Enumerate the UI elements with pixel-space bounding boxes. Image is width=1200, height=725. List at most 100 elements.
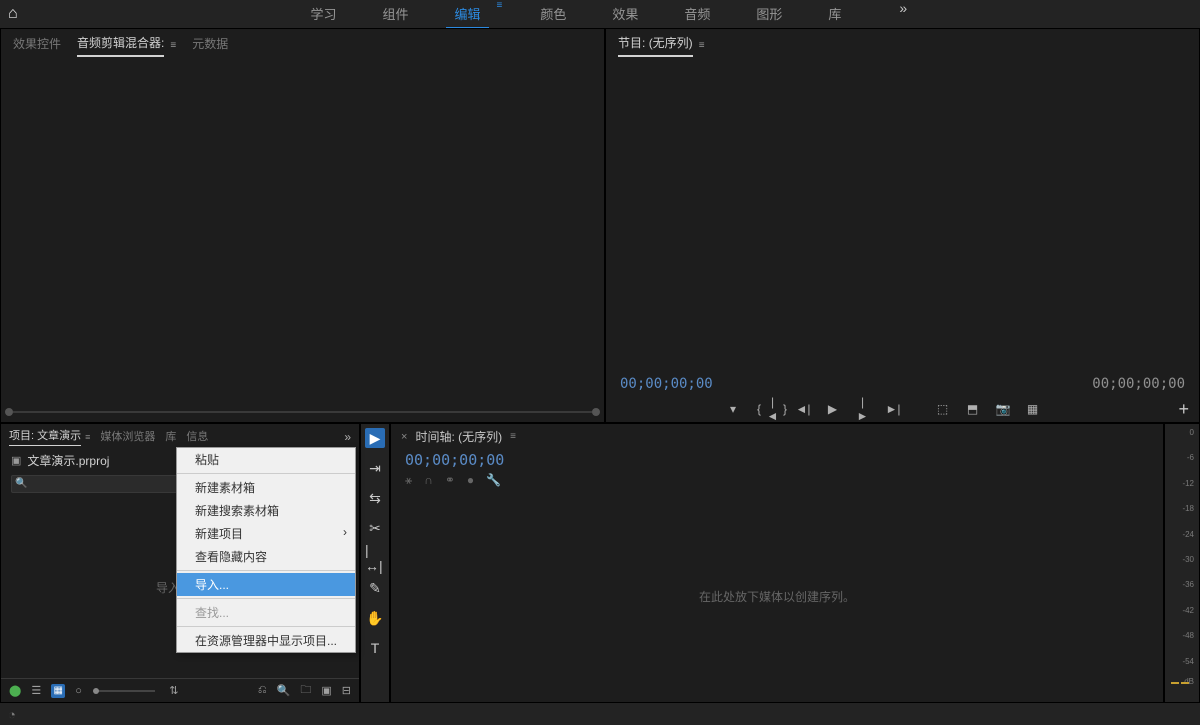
meter-tick: -54 <box>1182 657 1194 666</box>
timeline-header: × 时间轴: (无序列) ≡ <box>391 424 1163 449</box>
menu-new-search-bin[interactable]: 新建搜索素材箱 <box>177 499 355 522</box>
automate-to-sequence-icon[interactable]: ⎌ <box>258 684 267 697</box>
comparison-icon[interactable]: ▦ <box>1026 402 1040 416</box>
snap-icon[interactable]: ∩ <box>424 473 433 488</box>
home-icon[interactable]: ⌂ <box>8 5 18 23</box>
source-monitor-content <box>1 57 604 406</box>
menu-new-bin[interactable]: 新建素材箱 <box>177 476 355 499</box>
program-tab[interactable]: 节目: (无序列) <box>618 34 693 57</box>
find-icon[interactable]: 🔍 <box>277 684 291 697</box>
nest-toggle-icon[interactable]: ⚹ <box>405 473 412 488</box>
selection-tool-icon[interactable]: ▶ <box>365 428 385 448</box>
menu-show-in-explorer[interactable]: 在资源管理器中显示项目... <box>177 629 355 652</box>
freeform-view-icon[interactable]: ○ <box>75 685 82 697</box>
workspace-menu-icon[interactable]: ≡ <box>497 0 503 28</box>
timeline-title: 时间轴: (无序列) <box>415 428 502 445</box>
source-zoom-bar[interactable] <box>5 406 600 418</box>
step-back-icon[interactable]: ◄| <box>796 402 810 416</box>
project-tabs-overflow-icon[interactable]: » <box>344 430 351 444</box>
tab-effect-controls[interactable]: 效果控件 <box>13 35 61 56</box>
thumbnail-zoom-slider[interactable] <box>96 690 155 692</box>
export-frame-icon[interactable]: 📷 <box>996 402 1010 416</box>
meter-tick: 0 <box>1190 428 1194 437</box>
timeline-timecode[interactable]: 00;00;00;00 <box>405 451 504 469</box>
workspace-tab-graphics[interactable]: 图形 <box>748 0 790 28</box>
menu-import[interactable]: 导入... <box>177 573 355 596</box>
timeline-placeholder-text: 在此处放下媒体以创建序列。 <box>699 588 855 605</box>
tab-metadata[interactable]: 元数据 <box>192 35 228 56</box>
timeline-sequence-name: (无序列) <box>458 430 502 444</box>
project-tab-media-browser[interactable]: 媒体浏览器 <box>100 428 155 446</box>
meter-scale: 0 -6 -12 -18 -24 -30 -36 -42 -48 -54 dB <box>1163 428 1197 682</box>
workspace-tab-libraries[interactable]: 库 <box>820 0 849 28</box>
workspace-tab-assembly[interactable]: 组件 <box>374 0 416 28</box>
clear-icon[interactable]: ⊟ <box>342 684 351 697</box>
source-panel-tabs: 效果控件 音频剪辑混合器: ≡ 元数据 <box>1 29 604 57</box>
workspace-tabs: 学习 组件 编辑 ≡ 颜色 效果 音频 图形 库 » <box>18 0 1192 28</box>
timeline-menu-icon[interactable]: ≡ <box>510 431 516 442</box>
meter-bar-right <box>1181 682 1189 684</box>
zoom-handle-right[interactable] <box>592 408 600 416</box>
lift-icon[interactable]: ⬚ <box>936 402 950 416</box>
program-panel-tabs: 节目: (无序列) ≡ <box>606 29 1199 57</box>
add-marker-icon[interactable]: ▾ <box>726 402 740 416</box>
button-editor-icon[interactable]: + <box>1178 399 1189 420</box>
project-tab-menu-icon[interactable]: ≡ <box>85 432 90 442</box>
step-forward-icon[interactable]: |► <box>856 395 870 423</box>
settings-icon[interactable]: 🔧 <box>486 473 501 488</box>
status-indicator-icon[interactable]: ◔ <box>8 707 16 722</box>
panel-menu-icon[interactable]: ≡ <box>170 40 176 51</box>
program-timecode-row: 00;00;00;00 00;00;00;00 <box>606 372 1199 396</box>
list-view-icon[interactable]: ☰ <box>31 684 41 697</box>
timeline-drop-area[interactable]: 在此处放下媒体以创建序列。 <box>391 490 1163 702</box>
project-file-name: 文章演示.prproj <box>27 452 109 469</box>
menu-new-item[interactable]: 新建项目 <box>177 522 355 545</box>
meter-tick: -36 <box>1182 580 1194 589</box>
type-tool-icon[interactable]: T <box>365 638 385 658</box>
project-tab-project[interactable]: 项目: 文章演示 <box>9 427 81 446</box>
workspace-tab-editing[interactable]: 编辑 <box>446 0 488 28</box>
linked-selection-icon[interactable]: ⚭ <box>445 473 455 488</box>
play-icon[interactable]: ▶ <box>826 402 840 416</box>
pen-tool-icon[interactable]: ✎ <box>365 578 385 598</box>
zoom-handle-left[interactable] <box>5 408 13 416</box>
icon-view-icon[interactable]: ▦ <box>51 684 65 698</box>
workspace-tab-color[interactable]: 颜色 <box>532 0 574 28</box>
new-bin-icon[interactable]: 🗀 <box>300 681 311 700</box>
tools-panel: ▶ ⇥ ⇆ ✂ |↔| ✎ ✋ T <box>360 423 390 703</box>
program-menu-icon[interactable]: ≡ <box>699 40 705 51</box>
new-item-icon[interactable]: ▣ <box>321 684 331 697</box>
project-tab-libraries[interactable]: 库 <box>165 428 176 446</box>
source-panel: 效果控件 音频剪辑混合器: ≡ 元数据 <box>0 28 605 423</box>
track-select-tool-icon[interactable]: ⇥ <box>365 458 385 478</box>
timeline-close-icon[interactable]: × <box>401 431 407 443</box>
go-to-out-icon[interactable]: ►| <box>886 402 900 416</box>
workspace-overflow-icon[interactable]: » <box>899 0 907 28</box>
program-timecode-current[interactable]: 00;00;00;00 <box>620 376 713 392</box>
upper-panels: 效果控件 音频剪辑混合器: ≡ 元数据 节目: (无序列) ≡ 00;00;00… <box>0 28 1200 423</box>
mark-out-icon[interactable]: } <box>778 402 792 416</box>
menu-separator <box>177 473 355 474</box>
transport-bar: ▾ { } |◄ ◄| ▶ |► ►| ⬚ ⬒ 📷 ▦ + <box>606 396 1199 422</box>
menu-find: 查找... <box>177 601 355 624</box>
hand-tool-icon[interactable]: ✋ <box>365 608 385 628</box>
program-timecode-duration: 00;00;00;00 <box>1092 376 1185 392</box>
menu-view-hidden[interactable]: 查看隐藏内容 <box>177 545 355 568</box>
writable-icon[interactable]: ⬤ <box>9 684 21 697</box>
mark-in-icon[interactable]: { <box>752 402 766 416</box>
extract-icon[interactable]: ⬒ <box>966 402 980 416</box>
project-tab-info[interactable]: 信息 <box>186 428 208 446</box>
workspace-tab-effects[interactable]: 效果 <box>604 0 646 28</box>
program-panel: 节目: (无序列) ≡ 00;00;00;00 00;00;00;00 ▾ { … <box>605 28 1200 423</box>
meter-tick: -24 <box>1182 530 1194 539</box>
razor-tool-icon[interactable]: ✂ <box>365 518 385 538</box>
menu-paste[interactable]: 粘贴 <box>177 448 355 471</box>
marker-icon[interactable]: ● <box>467 473 474 488</box>
sort-icon[interactable]: ⇅ <box>169 684 178 697</box>
slip-tool-icon[interactable]: |↔| <box>365 548 385 568</box>
menu-separator <box>177 570 355 571</box>
tab-audio-clip-mixer[interactable]: 音频剪辑混合器: <box>77 34 164 57</box>
workspace-tab-audio[interactable]: 音频 <box>676 0 718 28</box>
ripple-edit-tool-icon[interactable]: ⇆ <box>365 488 385 508</box>
workspace-tab-learn[interactable]: 学习 <box>302 0 344 28</box>
